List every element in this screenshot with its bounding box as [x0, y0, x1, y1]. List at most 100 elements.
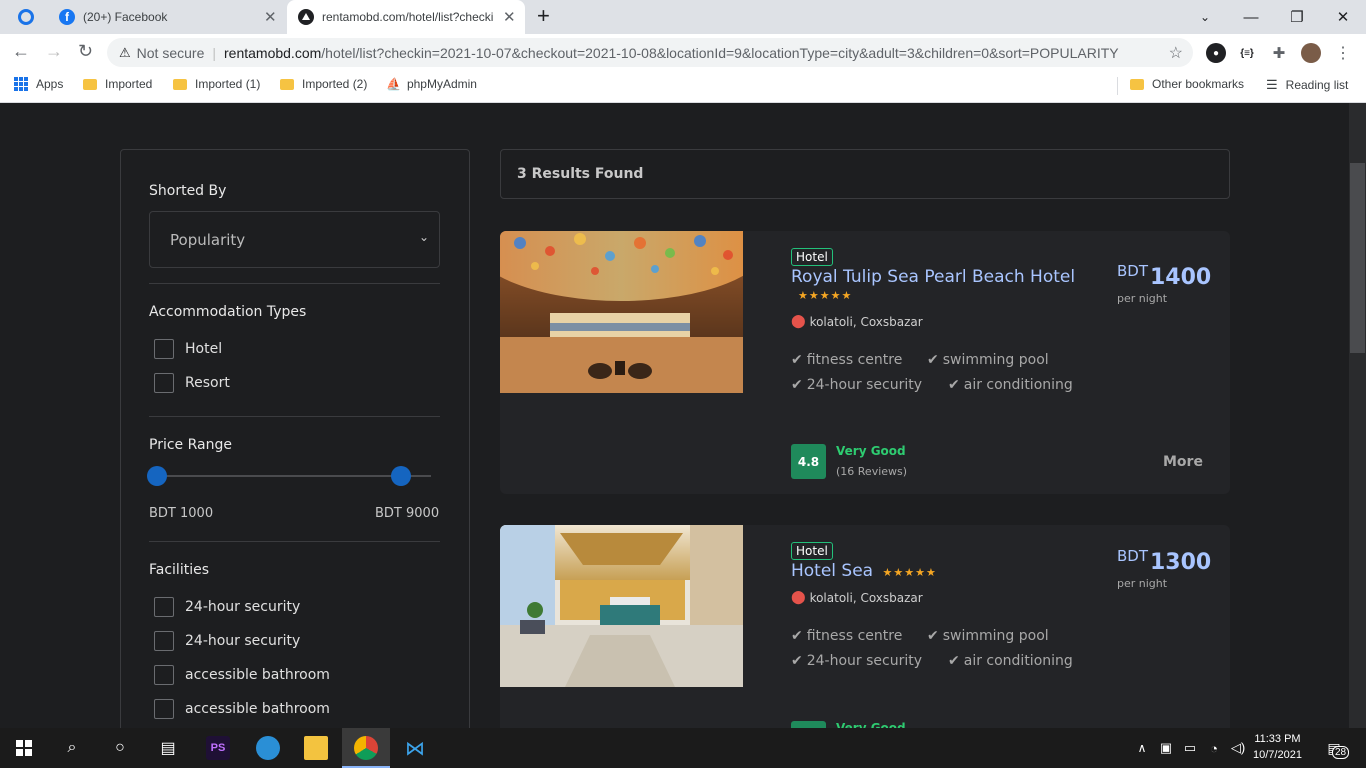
- checkbox-facility[interactable]: 24-hour security: [154, 631, 300, 651]
- restore-icon[interactable]: ❐: [1274, 8, 1320, 26]
- price-slider-track[interactable]: [157, 475, 431, 477]
- hotel-name[interactable]: Hotel Sea ★★★★★: [791, 561, 937, 581]
- system-clock[interactable]: 11:33 PM 10/7/2021: [1253, 731, 1302, 763]
- check-icon: ✔: [791, 628, 803, 644]
- vscode-icon[interactable]: ⋈: [403, 736, 427, 760]
- bookmark-other[interactable]: Other bookmarks: [1130, 77, 1244, 91]
- warning-icon: ⚠: [119, 44, 131, 60]
- checkbox-box[interactable]: [154, 597, 174, 617]
- price-amount: 1300: [1150, 550, 1212, 575]
- checkbox-resort[interactable]: Resort: [154, 373, 230, 393]
- checkbox-facility[interactable]: accessible bathroom: [154, 665, 330, 685]
- reading-list[interactable]: ☰ Reading list: [1266, 77, 1348, 93]
- forward-icon[interactable]: →: [45, 41, 63, 62]
- close-tab-icon[interactable]: ✕: [264, 8, 277, 26]
- menu-icon[interactable]: ⋮: [1333, 43, 1353, 63]
- volume-icon[interactable]: ◁): [1226, 736, 1250, 760]
- location-pin-icon: ⬤: [791, 590, 806, 605]
- check-icon: ✔: [791, 377, 803, 393]
- bookmark-label: Imported (2): [302, 77, 368, 91]
- facility-label: air conditioning: [963, 653, 1073, 669]
- network-status-icon[interactable]: ▣: [1154, 736, 1178, 760]
- folder-icon: [83, 78, 97, 90]
- avatar[interactable]: [1301, 43, 1321, 63]
- taskbar: ⌕ ○ ▤ PS ⋈ ∧ ▣ ▭ ◔ ◁) 11:33 PM 10/7/2021…: [0, 728, 1366, 768]
- location-text: kolatoli, Coxsbazar: [809, 314, 923, 329]
- hotel-card[interactable]: Hotel Royal Tulip Sea Pearl Beach Hotel …: [500, 231, 1230, 494]
- scrollbar-thumb[interactable]: [1350, 163, 1365, 353]
- clock-date: 10/7/2021: [1253, 749, 1302, 761]
- checkbox-facility[interactable]: accessible bathroom: [154, 699, 330, 719]
- close-tab-icon[interactable]: ✕: [503, 8, 516, 26]
- hotel-photo: [500, 231, 743, 393]
- bookmark-imported-2[interactable]: Imported (2): [280, 77, 367, 91]
- bookmark-label: Imported: [105, 77, 153, 91]
- facility-label: swimming pool: [942, 628, 1049, 644]
- minimize-icon[interactable]: —: [1228, 9, 1274, 26]
- chevron-up-icon[interactable]: ∧: [1130, 736, 1154, 760]
- wifi-icon[interactable]: ◔: [1202, 736, 1226, 760]
- hotel-image[interactable]: [500, 231, 743, 393]
- notification-count: 28: [1332, 746, 1350, 759]
- tab-search-dropdown-icon[interactable]: ⌄: [1182, 10, 1228, 24]
- tab-rentamo[interactable]: rentamobd.com/hotel/list?checkin=2021-10…: [287, 0, 525, 34]
- hotel-card[interactable]: Hotel Hotel Sea ★★★★★ ⬤ kolatoli, Coxsba…: [500, 525, 1230, 755]
- bookmark-phpmyadmin[interactable]: ⛵ phpMyAdmin: [386, 77, 477, 91]
- checkbox-box[interactable]: [154, 373, 174, 393]
- file-explorer-icon[interactable]: [304, 736, 328, 760]
- chevron-down-icon: ⌄: [418, 230, 429, 244]
- facility-label: fitness centre: [806, 628, 903, 644]
- bookmark-imported-1[interactable]: Imported (1): [173, 77, 260, 91]
- divider: [1117, 77, 1118, 95]
- checkbox-label: Resort: [185, 375, 230, 391]
- facility-label: air conditioning: [963, 377, 1073, 393]
- incognito-ext-icon[interactable]: ●: [1206, 43, 1226, 63]
- checkbox-box[interactable]: [154, 699, 174, 719]
- chrome-icon[interactable]: [354, 736, 378, 760]
- reload-icon[interactable]: ↻: [78, 41, 93, 62]
- bookmark-star-icon[interactable]: ☆: [1169, 43, 1183, 63]
- checkbox-box[interactable]: [154, 339, 174, 359]
- hotel-image[interactable]: [500, 525, 743, 687]
- task-view-icon[interactable]: ▤: [156, 736, 180, 760]
- bookmark-imported[interactable]: Imported: [83, 77, 152, 91]
- tab-facebook[interactable]: f (20+) Facebook ✕: [48, 0, 286, 34]
- url-text[interactable]: rentamobd.com/hotel/list?checkin=2021-10…: [224, 45, 1119, 61]
- filter-sidebar: Shorted By Popularity ⌄ Accommodation Ty…: [120, 149, 470, 749]
- tab-search-icon[interactable]: [18, 9, 34, 25]
- divider: [149, 541, 440, 542]
- folder-icon: [280, 78, 294, 90]
- new-tab-button[interactable]: +: [537, 5, 550, 27]
- more-link[interactable]: More: [1163, 454, 1203, 470]
- accommodation-heading: Accommodation Types: [149, 304, 307, 320]
- edge-icon[interactable]: [256, 736, 280, 760]
- star-rating: ★★★★★: [798, 289, 853, 302]
- hotel-photo: [500, 525, 743, 687]
- sort-select[interactable]: Popularity ⌄: [149, 211, 440, 268]
- bookmark-apps[interactable]: Apps: [14, 77, 63, 91]
- windows-start-icon[interactable]: [12, 736, 36, 760]
- extensions-icon[interactable]: ✚: [1269, 43, 1289, 63]
- checkbox-box[interactable]: [154, 631, 174, 651]
- divider: [149, 416, 440, 417]
- json-ext-icon[interactable]: {≡}: [1237, 43, 1257, 63]
- phpstorm-icon[interactable]: PS: [206, 736, 230, 760]
- address-bar[interactable]: ⚠ Not secure | rentamobd.com/hotel/list?…: [107, 38, 1193, 67]
- price-slider-max-handle[interactable]: [391, 466, 411, 486]
- bookmark-label: Other bookmarks: [1152, 77, 1245, 91]
- checkbox-facility[interactable]: 24-hour security: [154, 597, 300, 617]
- price-slider-min-handle[interactable]: [147, 466, 167, 486]
- close-window-icon[interactable]: ✕: [1320, 8, 1366, 26]
- security-label[interactable]: Not secure: [137, 45, 205, 61]
- hotel-location: ⬤ kolatoli, Coxsbazar: [791, 590, 923, 605]
- search-icon[interactable]: ⌕: [60, 736, 84, 760]
- battery-icon[interactable]: ▭: [1178, 736, 1202, 760]
- checkbox-hotel[interactable]: Hotel: [154, 339, 222, 359]
- hotel-name[interactable]: Royal Tulip Sea Pearl Beach Hotel: [791, 267, 1075, 287]
- check-icon: ✔: [948, 653, 960, 669]
- location-pin-icon: ⬤: [791, 314, 806, 329]
- checkbox-box[interactable]: [154, 665, 174, 685]
- back-icon[interactable]: ←: [12, 41, 30, 62]
- cortana-icon[interactable]: ○: [108, 736, 132, 760]
- price-heading: Price Range: [149, 437, 232, 453]
